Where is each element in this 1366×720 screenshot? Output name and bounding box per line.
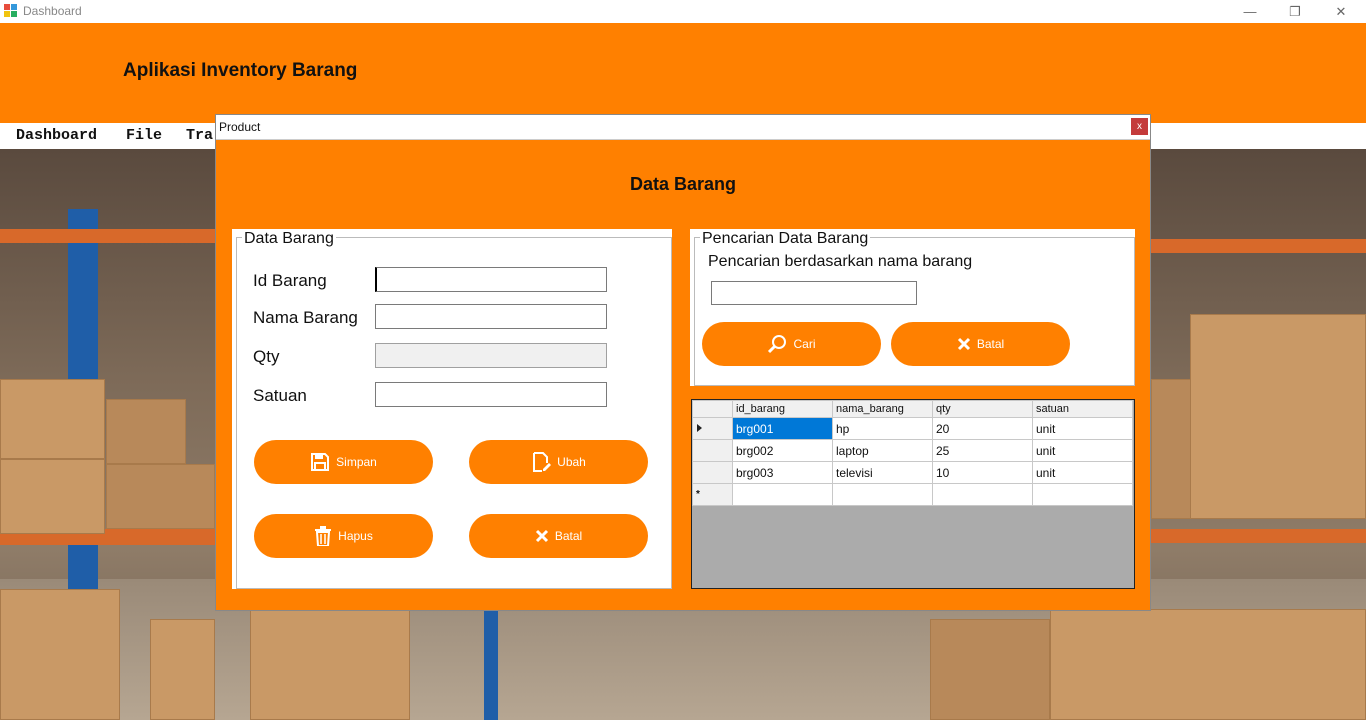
data-barang-group: Data Barang Id Barang Nama Barang Qty Sa… (232, 229, 672, 589)
dialog-close-button[interactable]: x (1131, 118, 1148, 135)
col-satuan[interactable]: satuan (1032, 400, 1133, 418)
menu-dashboard[interactable]: Dashboard (16, 127, 97, 144)
window-title-bar: Dashboard — ❐ ✕ (0, 0, 1366, 23)
table-cell[interactable] (732, 483, 833, 506)
table-row[interactable]: brg001 hp 20 unit (692, 417, 1133, 440)
col-qty[interactable]: qty (932, 400, 1033, 418)
close-icon (535, 529, 548, 543)
dialog-title-bar: Product x (216, 115, 1150, 140)
table-cell[interactable]: televisi (832, 461, 933, 484)
label-satuan: Satuan (253, 386, 307, 405)
dialog-title: Product (219, 120, 261, 134)
batal-search-label: Batal (976, 337, 1005, 351)
cari-button[interactable]: Cari (702, 322, 881, 366)
app-header: Aplikasi Inventory Barang (0, 23, 1366, 123)
new-row[interactable]: * (692, 483, 1133, 506)
maximize-button[interactable]: ❐ (1272, 0, 1318, 23)
app-title: Aplikasi Inventory Barang (123, 60, 358, 81)
nama-barang-input[interactable] (375, 304, 607, 329)
table-cell[interactable]: hp (832, 417, 933, 440)
app-icon (4, 4, 18, 18)
menu-file[interactable]: File (126, 127, 162, 144)
table-cell[interactable]: unit (1032, 461, 1133, 484)
table-cell[interactable]: 25 (932, 439, 1033, 462)
label-qty: Qty (253, 347, 280, 366)
product-dialog: Product x Data Barang Data Barang Id Bar… (215, 114, 1151, 611)
data-grid[interactable]: id_barang nama_barang qty satuan brg001 … (691, 399, 1135, 589)
table-cell[interactable]: brg002 (732, 439, 833, 462)
table-cell[interactable]: 10 (932, 461, 1033, 484)
table-cell[interactable] (1032, 483, 1133, 506)
table-cell[interactable]: 20 (932, 417, 1033, 440)
table-cell[interactable]: brg003 (732, 461, 833, 484)
window-title: Dashboard (23, 4, 82, 18)
grid-corner (692, 400, 733, 418)
cari-label: Cari (793, 337, 816, 351)
satuan-input[interactable] (375, 382, 607, 407)
search-input[interactable] (711, 281, 917, 305)
trash-icon (315, 526, 332, 546)
table-cell[interactable]: laptop (832, 439, 933, 462)
batal-form-button[interactable]: Batal (469, 514, 648, 558)
row-header[interactable] (692, 439, 733, 462)
close-icon (957, 337, 970, 351)
new-row-marker: * (692, 483, 733, 506)
table-cell[interactable]: unit (1032, 417, 1133, 440)
save-icon (311, 453, 330, 471)
ubah-button[interactable]: Ubah (469, 440, 648, 484)
table-cell[interactable] (932, 483, 1033, 506)
qty-input[interactable] (375, 343, 607, 368)
col-nama-barang[interactable]: nama_barang (832, 400, 933, 418)
batal-form-label: Batal (554, 529, 583, 543)
dialog-heading: Data Barang (629, 174, 737, 194)
simpan-label: Simpan (336, 455, 377, 469)
data-grid-table: id_barang nama_barang qty satuan brg001 … (692, 400, 1133, 506)
row-header[interactable] (692, 461, 733, 484)
col-id-barang[interactable]: id_barang (732, 400, 833, 418)
table-row[interactable]: brg003 televisi 10 unit (692, 461, 1133, 484)
hapus-label: Hapus (338, 529, 373, 543)
label-nama-barang: Nama Barang (253, 308, 358, 327)
label-id-barang: Id Barang (253, 271, 327, 290)
id-barang-input[interactable] (375, 267, 607, 292)
menu-transaksi[interactable]: Tra (186, 127, 213, 144)
pencarian-legend: Pencarian Data Barang (700, 230, 871, 248)
batal-search-button[interactable]: Batal (891, 322, 1070, 366)
table-row[interactable]: brg002 laptop 25 unit (692, 439, 1133, 462)
pencarian-group: Pencarian Data Barang Pencarian berdasar… (690, 229, 1135, 386)
grid-header-row: id_barang nama_barang qty satuan (692, 400, 1133, 418)
simpan-button[interactable]: Simpan (254, 440, 433, 484)
close-button[interactable]: ✕ (1318, 0, 1364, 23)
current-row-indicator-icon (692, 417, 733, 440)
table-cell[interactable] (832, 483, 933, 506)
pencarian-label: Pencarian berdasarkan nama barang (708, 253, 973, 270)
hapus-button[interactable]: Hapus (254, 514, 433, 558)
minimize-button[interactable]: — (1227, 0, 1273, 23)
search-icon (768, 335, 787, 354)
edit-file-icon (533, 452, 552, 472)
table-cell[interactable]: unit (1032, 439, 1133, 462)
table-cell[interactable]: brg001 (732, 417, 833, 440)
ubah-label: Ubah (557, 455, 586, 469)
data-barang-legend: Data Barang (242, 230, 336, 248)
